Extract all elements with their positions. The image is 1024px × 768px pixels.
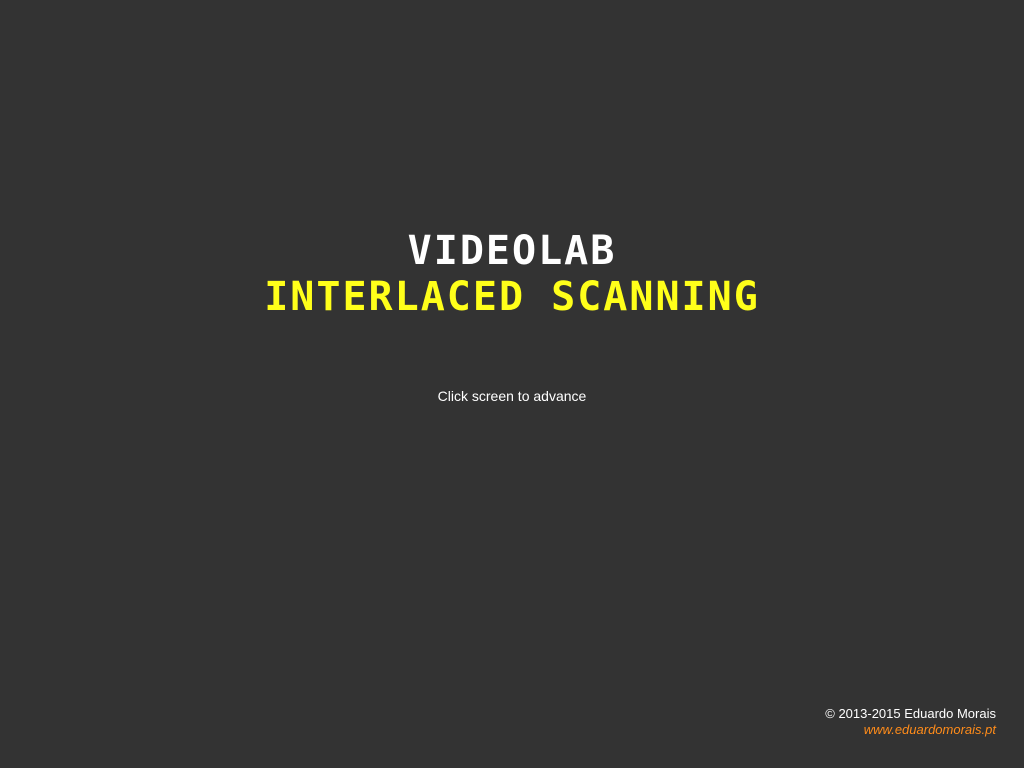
advance-click-area[interactable]: VIDEOLAB INTERLACED SCANNING Click scree… xyxy=(0,0,1024,768)
website-link[interactable]: www.eduardomorais.pt xyxy=(864,722,996,737)
app-title: VIDEOLAB xyxy=(407,228,617,274)
title-block: VIDEOLAB INTERLACED SCANNING xyxy=(0,228,1024,320)
lesson-title: INTERLACED SCANNING xyxy=(264,274,760,320)
footer: © 2013-2015 Eduardo Morais www.eduardomo… xyxy=(825,706,996,738)
advance-hint: Click screen to advance xyxy=(437,388,587,404)
copyright-text: © 2013-2015 Eduardo Morais xyxy=(825,706,996,721)
